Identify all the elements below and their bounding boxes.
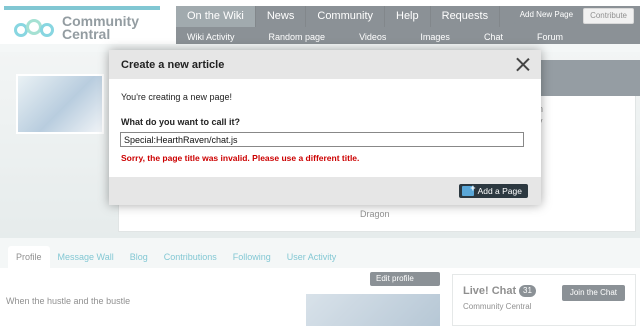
page-title-input[interactable] [120,132,524,147]
error-message: Sorry, the page title was invalid. Pleas… [121,153,360,163]
close-icon[interactable] [516,57,530,71]
add-page-label: Add a Page [477,186,522,196]
modal-footer: Add a Page [109,177,541,205]
modal-header: Create a new article [109,50,541,79]
add-page-icon [461,183,476,196]
title-question-label: What do you want to call it? [121,117,240,127]
modal-intro-text: You're creating a new page! [121,92,232,102]
modal-title: Create a new article [121,59,225,71]
add-a-page-button[interactable]: Add a Page [458,183,528,198]
create-article-modal: Create a new article You're creating a n… [109,50,541,205]
